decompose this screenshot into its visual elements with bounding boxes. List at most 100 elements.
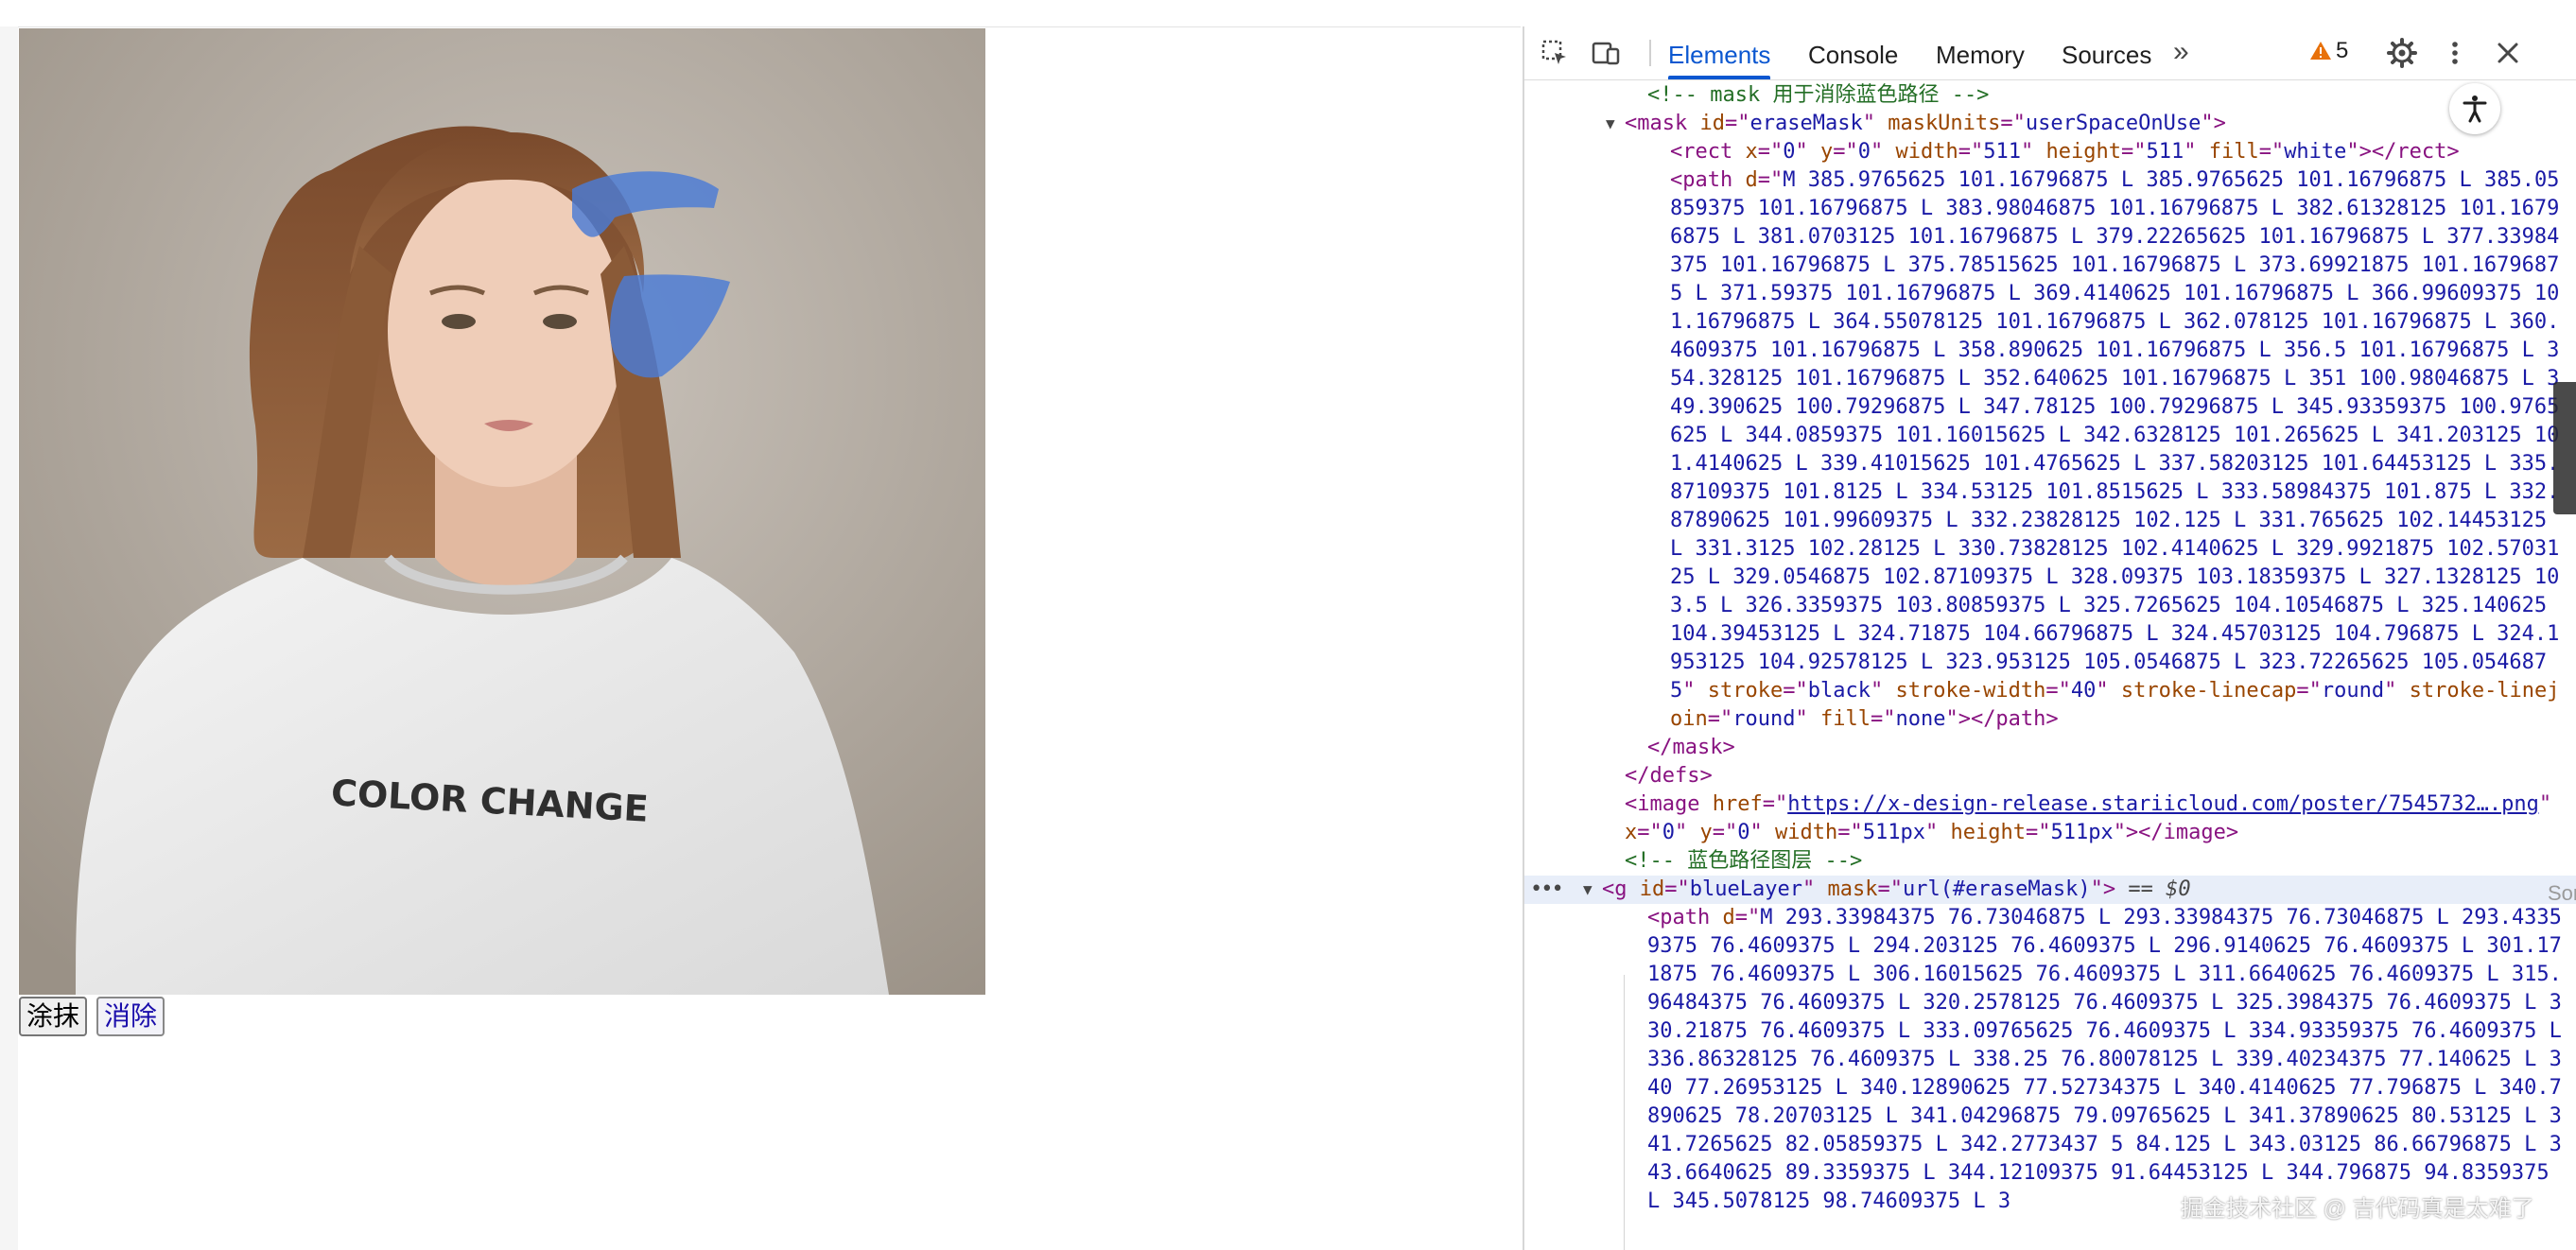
node-actions-icon[interactable]: ••• — [1530, 876, 1564, 904]
dom-node-row[interactable]: <!-- mask 用于消除蓝色路径 --> — [1524, 81, 2576, 110]
code-token-an: width — [1775, 821, 1838, 844]
code-token-av: 0 — [1783, 140, 1796, 164]
code-token-tag: =" — [1712, 821, 1738, 844]
tab-memory[interactable]: Memory — [1936, 26, 2025, 79]
code-token-tag: "> — [2201, 112, 2226, 135]
code-token-tag: " — [2184, 140, 2209, 164]
tab-sources[interactable]: Sources — [2062, 26, 2151, 79]
code-token-tag: =" — [1870, 707, 1896, 731]
paint-button[interactable]: 涂抹 — [19, 997, 88, 1036]
device-toolbar-icon[interactable] — [1591, 38, 1621, 68]
code-token-av: M 385.9765625 101.16796875 L 385.9765625… — [1670, 168, 2560, 703]
code-token-av: black — [1807, 679, 1871, 703]
code-token-tag: </mask> — [1647, 736, 1735, 759]
inspect-element-icon[interactable] — [1540, 38, 1570, 68]
code-token-tag: =" — [1637, 821, 1662, 844]
accessibility-tree-toggle[interactable] — [2449, 83, 2500, 134]
code-token-link[interactable]: https://x-design-release.stariicloud.com… — [1787, 792, 2539, 816]
dom-node-row[interactable]: </defs> — [1524, 762, 2576, 790]
code-token-tag: " — [1682, 679, 1708, 703]
code-token-av: blueLayer — [1689, 877, 1802, 901]
code-token-com: <!-- mask 用于消除蓝色路径 --> — [1647, 83, 1990, 107]
code-token-tag: <rect — [1670, 140, 1746, 164]
devtools-panel: Elements Console Memory Sources » 5 <!--… — [1523, 26, 2576, 1250]
code-token-tag: " — [1870, 140, 1896, 164]
devtools-toolbar: Elements Console Memory Sources » 5 — [1524, 26, 2576, 80]
toolbar-separator — [1649, 40, 1651, 66]
code-token-an: id — [1699, 112, 1725, 135]
code-token-av: 0 — [1737, 821, 1750, 844]
dom-node-row[interactable]: </mask> — [1524, 734, 2576, 762]
dom-node-row[interactable]: <path d="M 385.9765625 101.16796875 L 38… — [1524, 166, 2576, 734]
canvas-image[interactable]: COLOR CHANGE — [19, 28, 985, 995]
code-token-an: d — [1722, 906, 1735, 929]
scroll-indicator[interactable] — [2553, 382, 2576, 514]
code-token-var: $0 — [2166, 877, 2191, 901]
code-token-tag: =" — [2025, 821, 2051, 844]
expand-triangle-icon[interactable]: ▼ — [1583, 876, 1593, 904]
issues-badge[interactable]: 5 — [2309, 38, 2348, 64]
dom-node-row[interactable]: <!-- 蓝色路径图层 --> — [1524, 847, 2576, 876]
elements-tree[interactable]: <!-- mask 用于消除蓝色路径 --> ▼ <mask id =" eraseMa… — [1524, 81, 2576, 1250]
code-token-av: 0 — [1857, 140, 1871, 164]
code-token-tag: " — [2096, 679, 2121, 703]
code-token-tag: =" — [1837, 821, 1863, 844]
code-token-an: fill — [1819, 707, 1871, 731]
accessibility-icon — [2463, 95, 2487, 123]
code-token-tag: "></image> — [2113, 821, 2239, 844]
code-token-an: x — [1625, 821, 1638, 844]
code-token-tag: "> — [2090, 877, 2116, 901]
code-token-tag: " — [2384, 679, 2410, 703]
more-tabs-icon[interactable]: » — [2173, 36, 2189, 68]
code-token-tag: =" — [1707, 707, 1733, 731]
code-token-av: M 293.33984375 76.73046875 L 293.3398437… — [1647, 906, 2575, 1213]
code-token-tag: =" — [1958, 140, 1984, 164]
code-token-av: 511 — [1983, 140, 2021, 164]
code-token-tag: <mask — [1625, 112, 1700, 135]
code-token-tag: " — [1862, 112, 1888, 135]
code-token-an: d — [1745, 168, 1758, 192]
erase-button[interactable]: 消除 — [96, 997, 165, 1036]
code-token-tag: =" — [2120, 140, 2147, 164]
dom-node-selected[interactable]: ••• ▼ <g id="blueLayer" mask="url(#eraseMa… — [1524, 876, 2576, 904]
code-token-av: eraseMask — [1749, 112, 1863, 135]
code-token-tag: =" — [2296, 679, 2322, 703]
code-token-an: x — [1745, 140, 1758, 164]
issues-count: 5 — [2336, 38, 2349, 63]
more-options-icon[interactable] — [2440, 38, 2470, 68]
code-token-an: stroke-linecap — [2120, 679, 2297, 703]
code-token-tag: " — [1795, 140, 1820, 164]
code-token-av: 511px — [1862, 821, 1925, 844]
code-token-tag: =" — [1757, 168, 1784, 192]
code-token-an: stroke — [1707, 679, 1784, 703]
page-viewport: COLOR CHANGE 涂抹 消除 — [0, 0, 1521, 1250]
code-token-tag: =" — [1762, 792, 1788, 816]
warning-icon — [2310, 42, 2331, 60]
code-token-an: mask — [1827, 877, 1878, 901]
watermark-text: 掘金技术社区 @ 吉代码真是太难了 — [2181, 1196, 2534, 1222]
code-token-an: width — [1895, 140, 1958, 164]
settings-gear-icon[interactable] — [2387, 38, 2417, 68]
tab-elements[interactable]: Elements — [1668, 26, 1771, 79]
code-token-tag: <path — [1647, 906, 1723, 929]
dom-node-row[interactable]: <rect x="0" y="0" width="511" height="51… — [1524, 138, 2576, 166]
code-token-tag: </defs> — [1625, 764, 1713, 788]
tab-console[interactable]: Console — [1808, 26, 1898, 79]
code-token-av: 511px — [2050, 821, 2114, 844]
code-token-tag: <path — [1670, 168, 1746, 192]
dom-node-row[interactable]: <path d="M 293.33984375 76.73046875 L 29… — [1524, 904, 2576, 1216]
code-token-an: maskUnits — [1888, 112, 2001, 135]
eye-left — [442, 314, 476, 329]
close-devtools-icon[interactable] — [2493, 38, 2523, 68]
code-token-an: height — [2045, 140, 2121, 164]
code-token-tag: =" — [1757, 140, 1784, 164]
dom-node-row[interactable]: ▼ <mask id="eraseMask" maskUnits="userSpa… — [1524, 110, 2576, 138]
code-token-av: userSpaceOnUse — [2025, 112, 2202, 135]
code-token-tag: =" — [1734, 906, 1761, 929]
eye-right — [543, 314, 577, 329]
code-token-an: fill — [2208, 140, 2259, 164]
code-token-tag: "></rect> — [2346, 140, 2460, 164]
dom-node-row[interactable]: <image href="https://x-design-release.st… — [1524, 790, 2576, 847]
code-token-com: <!-- 蓝色路径图层 --> — [1625, 849, 1863, 873]
expand-triangle-icon[interactable]: ▼ — [1606, 110, 1615, 138]
